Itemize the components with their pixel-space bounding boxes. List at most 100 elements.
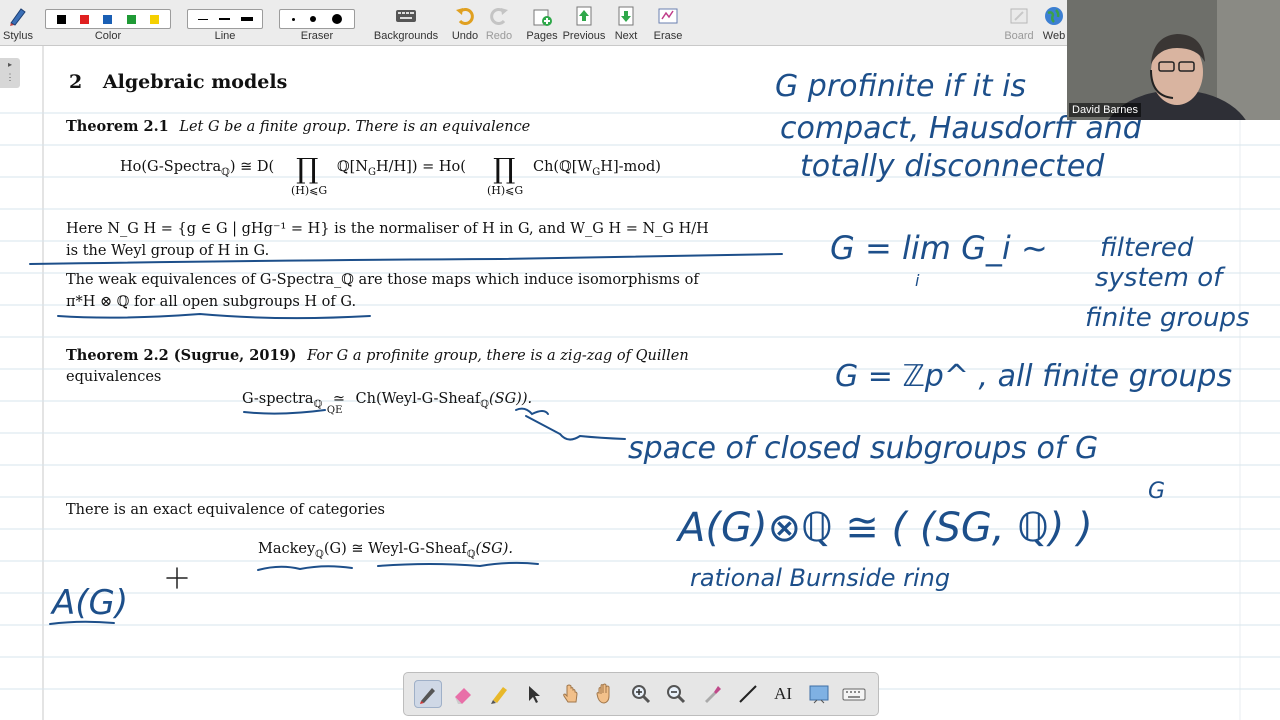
board-button[interactable]: Board [1002, 2, 1036, 44]
line-tool-button[interactable] [734, 680, 762, 708]
hand-pointer-tool-button[interactable] [556, 680, 584, 708]
stylus-icon [10, 8, 26, 26]
swatch-green[interactable] [126, 14, 136, 24]
eq-mackey-right-sub: ℚ [466, 548, 476, 560]
normaliser-line-1: Here N_G H = {g ∈ G | gHg⁻¹ = H} is the … [66, 221, 709, 237]
screen-capture-button[interactable] [805, 680, 833, 708]
swatch-red[interactable] [80, 14, 90, 24]
notebook-page[interactable]: ▸ ⋮ 2 Algebraic models Theorem 2.1 Let G… [0, 46, 1280, 720]
eq-weyl-sheaf: Ch(Weyl-G-Sheaf [355, 391, 481, 407]
theorem-2-2-text: For G a profinite group, there is a zig-… [307, 348, 689, 364]
line-thick-button[interactable] [240, 17, 253, 21]
eq-g-spectra-sub: ℚ [313, 398, 323, 410]
theorem-2-1-text: Let G be a finite group. There is an equ… [179, 119, 531, 135]
theorem-2-1: Theorem 2.1 Let G be a finite group. The… [66, 118, 530, 135]
highlighter-tool-button[interactable] [485, 680, 513, 708]
theorem-2-1-equation: Ho(G-Spectraℚ) ≅ D( [120, 159, 274, 178]
stylus-button[interactable]: Stylus [0, 2, 36, 44]
side-tab-arrow-icon: ▸ [7, 60, 12, 69]
hand-pan-icon [596, 683, 610, 704]
color-swatches [45, 9, 171, 29]
swatch-blue[interactable] [103, 14, 113, 24]
erase-page-icon [658, 8, 678, 24]
eq-term-1-a: ℚ[N [337, 159, 368, 175]
eq-g-spectra: G-spectra [242, 391, 314, 407]
hand-pointer-icon [563, 684, 578, 703]
backgrounds-button[interactable]: Backgrounds [372, 2, 440, 44]
previous-page-icon [576, 6, 592, 26]
eq-mackey-right-tail: (SG). [475, 541, 513, 557]
page-side-tab[interactable]: ▸ ⋮ [0, 58, 20, 88]
pages-button[interactable]: Pages [526, 2, 558, 44]
eq-product-1: ∏ [296, 152, 319, 185]
side-tab-dots-icon: ⋮ [5, 72, 15, 82]
previous-button[interactable]: Previous [562, 2, 606, 44]
eraser-medium-button[interactable] [310, 16, 317, 22]
mackey-equation: Mackeyℚ(G) ≅ Weyl-G-Sheafℚ(SG). [258, 541, 513, 560]
theorem-2-2: Theorem 2.2 (Sugrue, 2019) For G a profi… [66, 347, 689, 364]
section-heading: 2 Algebraic models [69, 71, 287, 93]
pen-tool-button[interactable] [413, 680, 442, 708]
next-page-icon [618, 6, 634, 26]
drawing-tools-bar: AI [403, 672, 879, 716]
stylus-label: Stylus [3, 30, 33, 42]
redo-button[interactable]: Redo [484, 2, 514, 44]
swatch-yellow[interactable] [149, 14, 159, 24]
text-tool-button[interactable]: AI [769, 680, 797, 708]
eraser-label: Eraser [300, 30, 334, 42]
undo-button[interactable]: Undo [448, 2, 482, 44]
keyboard-button[interactable] [840, 680, 868, 708]
eraser-tool-button[interactable] [449, 680, 477, 708]
exact-equivalence-text: There is an exact equivalence of categor… [66, 502, 385, 518]
keyboard-icon [842, 688, 866, 701]
globe-icon [1045, 7, 1063, 25]
zoom-out-button[interactable] [662, 680, 690, 708]
undo-icon [456, 8, 474, 25]
select-tool-button[interactable] [520, 680, 548, 708]
pages-label: Pages [526, 30, 558, 42]
weak-equivalence-line-2: π*H ⊗ ℚ for all open subgroups H of G. [66, 294, 357, 310]
eraser-sizes [279, 9, 355, 29]
board-label: Board [1004, 30, 1034, 42]
participant-video[interactable]: David Barnes [1067, 0, 1280, 120]
eraser-small-button[interactable] [291, 17, 295, 21]
color-label: Color [94, 30, 122, 42]
pen-icon [419, 688, 435, 704]
next-button[interactable]: Next [610, 2, 642, 44]
eyedropper-tool-button[interactable] [698, 680, 726, 708]
web-button[interactable]: Web [1040, 2, 1068, 44]
highlighter-icon [490, 687, 507, 704]
eq-term-2-c: H]-mod) [600, 159, 661, 175]
zoom-in-icon [631, 685, 651, 704]
eq-weyl-sheaf-tail: (SG)). [489, 391, 533, 407]
line-label: Line [214, 30, 236, 42]
eq-mackey: Mackey [258, 541, 316, 557]
swatch-black[interactable] [57, 14, 67, 24]
eq-quillen-sub: QE [326, 405, 343, 416]
eq-product-2: ∏ [493, 152, 516, 185]
line-medium-button[interactable] [218, 18, 230, 20]
eq-ho-g-spectra: Ho(G-Spectra [120, 159, 222, 175]
eraser-group: Eraser [278, 2, 356, 44]
text-tool-icon: AI [774, 684, 793, 703]
eraser-icon [455, 688, 472, 704]
erase-button[interactable]: Erase [650, 2, 686, 44]
eq-product-2-index: (H)⩽G [487, 184, 524, 197]
zoom-out-icon [667, 685, 686, 704]
color-group: Color [44, 2, 172, 44]
eq-term-2: Ch(ℚ[WGH]-mod) [533, 159, 661, 178]
pointer-arrow-icon [529, 686, 541, 703]
line-thin-button[interactable] [197, 18, 208, 20]
board-icon [1010, 8, 1028, 24]
line-widths [187, 9, 263, 29]
eq-mackey-sub: ℚ [315, 548, 324, 560]
eq-term-2-a: Ch(ℚ[W [533, 159, 593, 175]
eraser-large-button[interactable] [332, 14, 343, 24]
participant-avatar [1067, 0, 1280, 120]
web-label: Web [1042, 30, 1066, 42]
ruled-lines [0, 46, 1280, 720]
zoom-in-button[interactable] [627, 680, 655, 708]
eq-term-1-sub: G [367, 166, 376, 178]
pan-tool-button[interactable] [591, 680, 619, 708]
eq-derived: ) ≅ D( [229, 159, 275, 175]
